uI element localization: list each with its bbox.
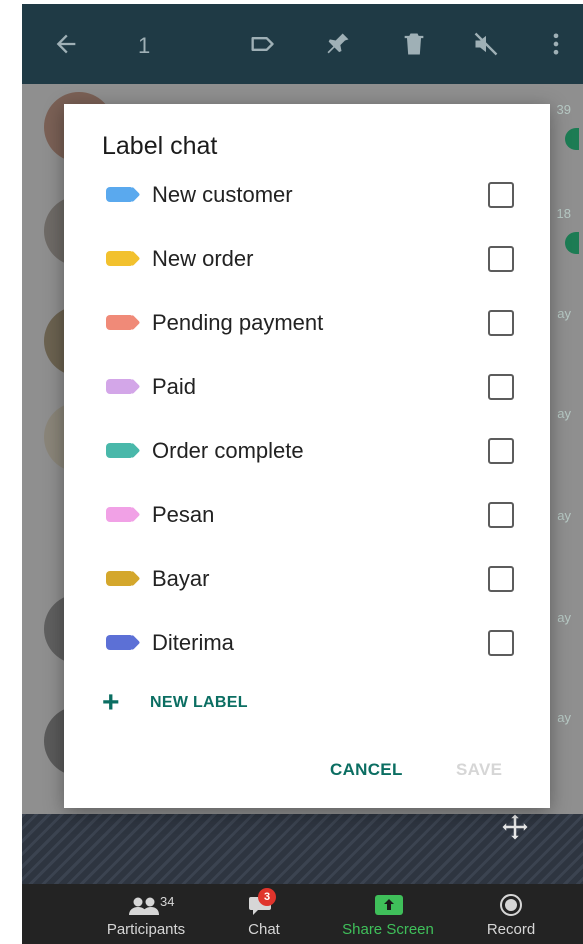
- meeting-toolbar: 34 Participants 3 Chat Share Screen Reco…: [22, 884, 583, 944]
- label-name: Bayar: [152, 566, 210, 591]
- chat-button[interactable]: 3 Chat: [236, 884, 292, 944]
- label-tag-icon: [106, 379, 132, 394]
- label-row-paid[interactable]: Paid: [64, 362, 550, 412]
- label-row-new-customer[interactable]: New customer: [64, 170, 550, 220]
- selection-app-bar: 1: [22, 4, 583, 84]
- plus-icon[interactable]: +: [102, 688, 120, 718]
- label-name: New order: [152, 246, 254, 271]
- chat-time-fragment: 39: [556, 102, 571, 117]
- label-checkbox[interactable]: [488, 310, 514, 336]
- label-checkbox[interactable]: [488, 374, 514, 400]
- label-checkbox[interactable]: [488, 566, 514, 592]
- label-tag-icon: [106, 187, 132, 202]
- label-tag-icon: [106, 635, 132, 650]
- chat-time-fragment: ay: [557, 406, 571, 421]
- label-chat-dialog: Label chat New customer New order Pendin…: [64, 104, 550, 808]
- chat-time-fragment: 18: [556, 206, 571, 221]
- chat-label: Chat: [248, 921, 280, 938]
- label-name: New customer: [152, 182, 293, 207]
- chat-time-fragment: ay: [557, 610, 571, 625]
- more-vert-icon[interactable]: [542, 30, 570, 58]
- label-icon[interactable]: [248, 30, 276, 58]
- new-label-button[interactable]: NEW LABEL: [150, 694, 248, 712]
- selected-count: 1: [138, 33, 151, 58]
- label-tag-icon: [106, 507, 132, 522]
- chat-time-fragment: ay: [557, 710, 571, 725]
- back-arrow-icon[interactable]: [52, 30, 80, 58]
- label-name: Pending payment: [152, 310, 324, 335]
- participants-label: Participants: [106, 921, 186, 938]
- record-label: Record: [486, 921, 536, 938]
- delete-icon[interactable]: [400, 30, 428, 58]
- label-tag-icon: [106, 571, 132, 586]
- chat-time-fragment: ay: [557, 508, 571, 523]
- record-button[interactable]: Record: [478, 884, 544, 944]
- unread-badge: [565, 128, 579, 150]
- mute-icon[interactable]: [472, 30, 500, 58]
- label-row-order-complete[interactable]: Order complete: [64, 426, 550, 476]
- label-tag-icon: [106, 315, 132, 330]
- label-row-new-order[interactable]: New order: [64, 234, 550, 284]
- pin-icon[interactable]: [324, 30, 352, 58]
- share-screen-button[interactable]: Share Screen: [334, 884, 442, 944]
- label-name: Paid: [152, 374, 197, 399]
- participants-count: 34: [160, 894, 175, 909]
- label-row-pesan[interactable]: Pesan: [64, 490, 550, 540]
- label-row-bayar[interactable]: Bayar: [64, 554, 550, 604]
- save-button[interactable]: SAVE: [456, 760, 502, 780]
- cancel-button[interactable]: CANCEL: [330, 760, 403, 780]
- unread-badge: [565, 232, 579, 254]
- move-icon[interactable]: [500, 812, 530, 842]
- label-row-pending-payment[interactable]: Pending payment: [64, 298, 550, 348]
- screen-share-overlay: [22, 814, 583, 884]
- chat-time-fragment: ay: [557, 306, 571, 321]
- label-checkbox[interactable]: [488, 182, 514, 208]
- label-checkbox[interactable]: [488, 438, 514, 464]
- label-checkbox[interactable]: [488, 630, 514, 656]
- share-screen-icon: [375, 895, 403, 915]
- participants-button[interactable]: 34 Participants: [94, 884, 198, 944]
- label-name: Order complete: [152, 438, 304, 463]
- label-tag-icon: [106, 443, 132, 458]
- participants-icon: [129, 897, 159, 915]
- label-checkbox[interactable]: [488, 502, 514, 528]
- label-row-diterima[interactable]: Diterima: [64, 618, 550, 668]
- chat-unread-badge: 3: [258, 888, 276, 906]
- label-name: Pesan: [152, 502, 215, 527]
- label-checkbox[interactable]: [488, 246, 514, 272]
- share-screen-label: Share Screen: [342, 921, 434, 938]
- label-tag-icon: [106, 251, 132, 266]
- dialog-title: Label chat: [102, 132, 218, 160]
- record-icon: [500, 894, 522, 916]
- label-name: Diterima: [152, 630, 234, 655]
